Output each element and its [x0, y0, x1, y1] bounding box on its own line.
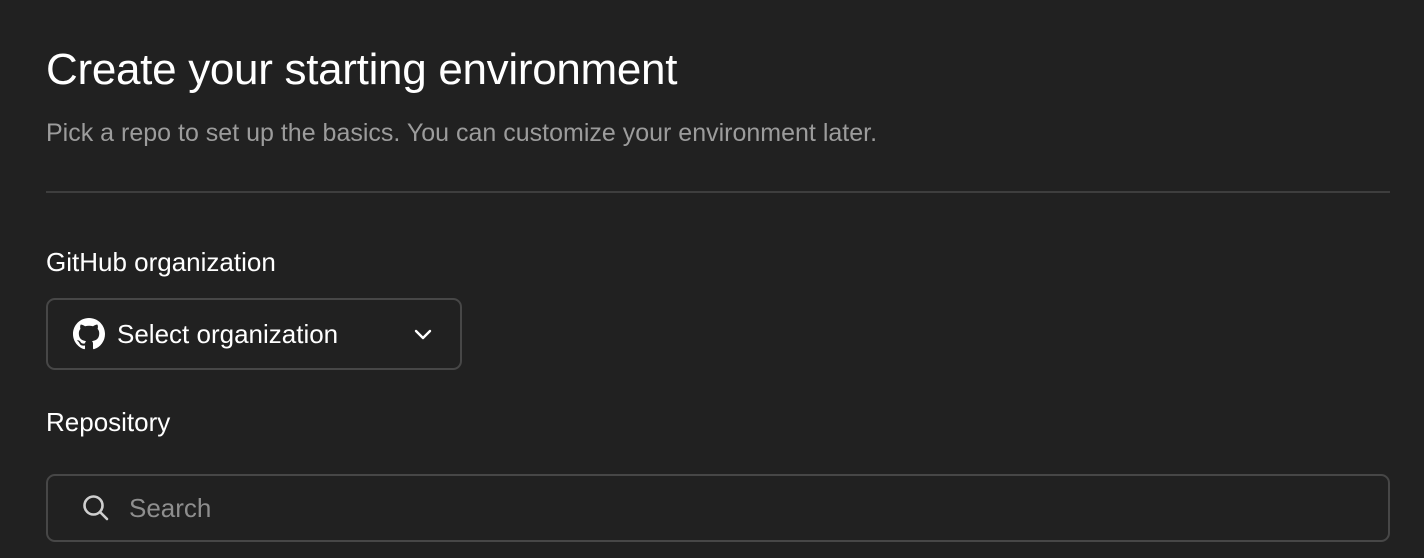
organization-select-value: Select organization	[117, 318, 339, 349]
section-divider	[46, 191, 1390, 193]
organization-select[interactable]: Select organization	[46, 298, 462, 370]
chevron-down-icon	[412, 323, 434, 345]
repository-label: Repository	[46, 407, 171, 437]
repository-search-field[interactable]	[46, 474, 1390, 542]
github-icon	[73, 318, 105, 350]
repository-search-input[interactable]	[129, 476, 1388, 540]
organization-label: GitHub organization	[46, 247, 276, 277]
page-subtitle: Pick a repo to set up the basics. You ca…	[46, 119, 878, 147]
page-title: Create your starting environment	[46, 45, 678, 94]
search-icon	[81, 493, 111, 523]
environment-setup-page: Create your starting environment Pick a …	[0, 0, 1424, 558]
